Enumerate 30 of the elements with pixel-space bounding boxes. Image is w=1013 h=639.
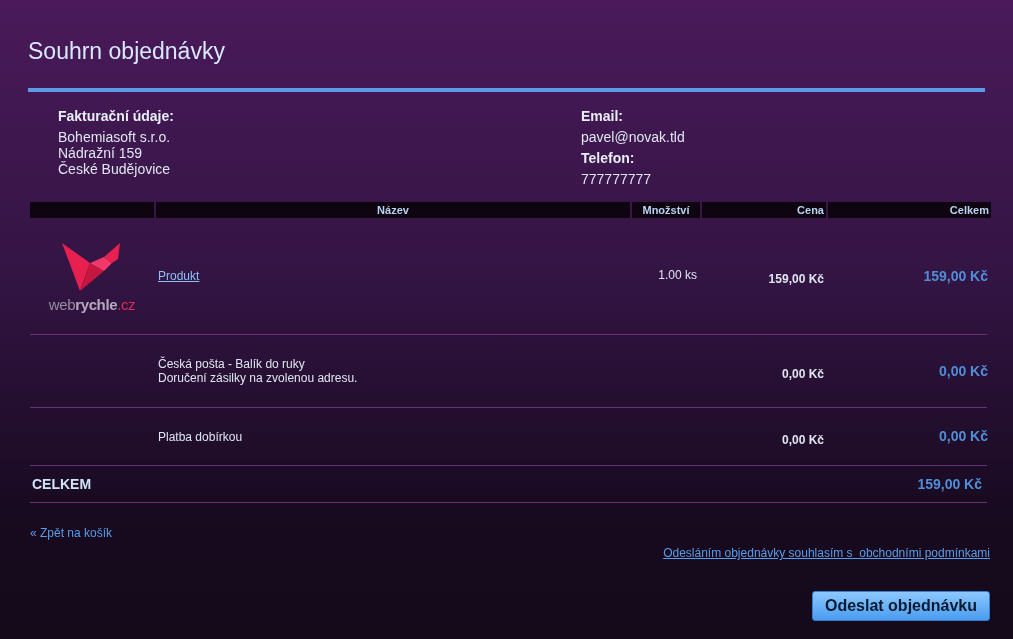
column-header: Cena [702, 202, 826, 218]
price-cell-text: 0,00 Kč [781, 366, 824, 383]
product-link[interactable]: Produkt [158, 269, 200, 283]
item-description: Česká pošta - Balík do ruky [158, 357, 306, 371]
total-cell-text: 0,00 Kč [938, 361, 988, 381]
terms-link[interactable]: Odesláním objednávky souhlasím s obchodními podmínkami [663, 544, 990, 562]
column-header: Název [156, 202, 630, 218]
billing-line: Bohemiasoft s.r.o. [58, 129, 172, 145]
total-cell-text: 0,00 Kč [938, 427, 988, 446]
quantity-cell-text: 1.00 ks [658, 267, 697, 284]
logo-text: webrychle.cz [48, 296, 136, 312]
billing-line: Nádražní 159 [58, 145, 144, 161]
contact-label: Email: [581, 108, 624, 124]
contact-label: Telefon: [581, 150, 636, 166]
page-title: Souhrn objednávky [28, 40, 226, 63]
price-cell-text: 159,00 Kč [768, 271, 824, 288]
column-header: Celkem [828, 202, 991, 218]
price-cell-text: 0,00 Kč [781, 431, 824, 449]
item-description: Doručení zásilky na zvolenou adresu. [158, 371, 358, 385]
grand-total-label: CELKEM [31, 474, 92, 494]
item-description: Platba dobírkou [158, 429, 243, 444]
grand-total-value: 159,00 Kč [917, 474, 982, 494]
billing-label: Fakturační údaje: [58, 108, 175, 124]
billing-line: České Budějovice [58, 161, 172, 177]
contact-value: 777777777 [581, 171, 653, 187]
back-to-cart-link[interactable]: « Zpět na košík [30, 524, 113, 542]
total-cell-text: 159,00 Kč [923, 266, 988, 286]
submit-order-button[interactable]: Odeslat objednávku [811, 591, 990, 621]
contact-value: pavel@novak.tld [581, 129, 685, 145]
column-header: Množství [632, 202, 700, 218]
